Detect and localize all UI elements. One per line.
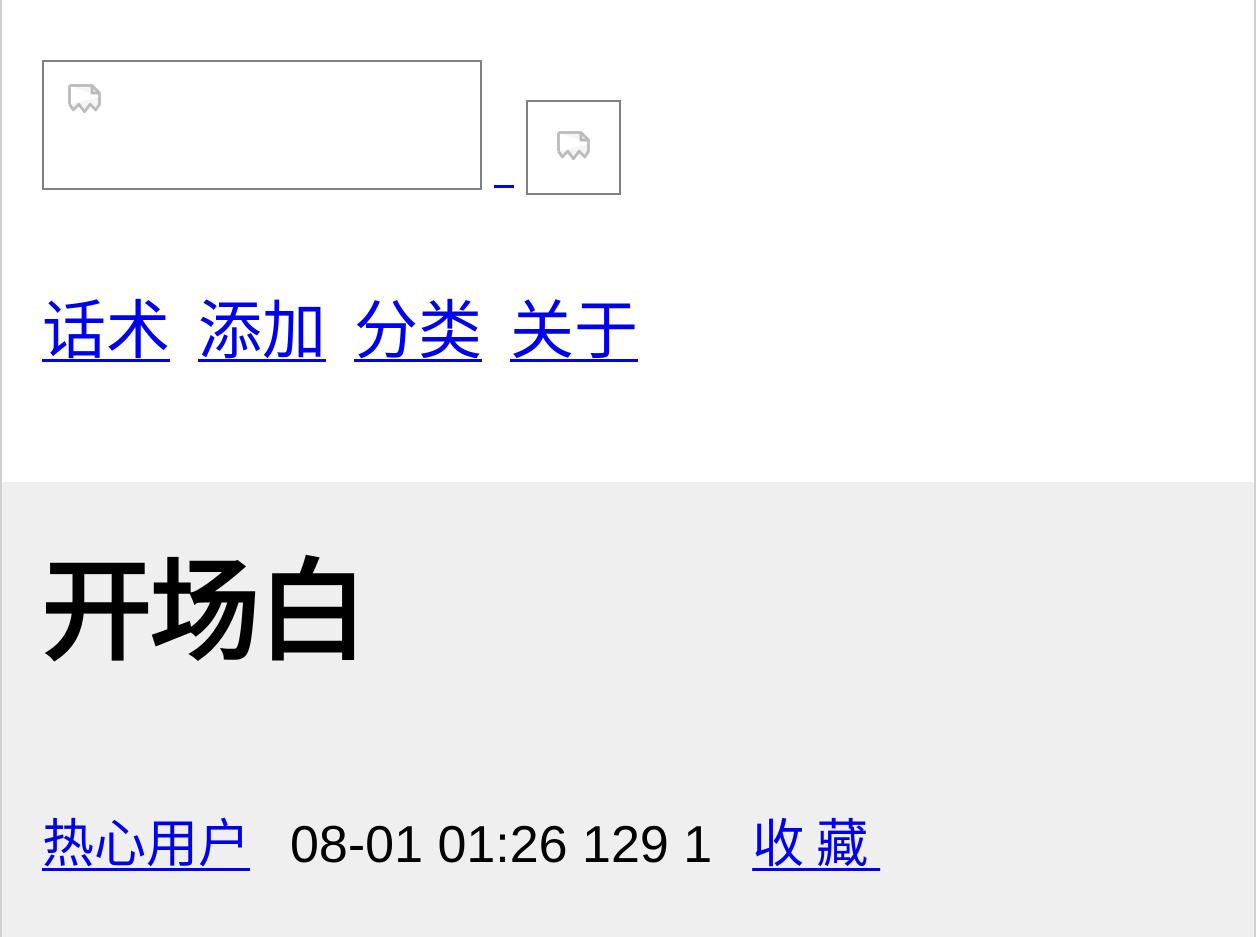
nav-link-add[interactable]: 添加 — [198, 280, 326, 372]
link-underline-mark — [494, 185, 514, 188]
broken-image-icon — [62, 78, 107, 123]
nav-link-categories[interactable]: 分类 — [354, 280, 482, 372]
post-timestamp: 08-01 01:26 — [290, 816, 568, 874]
broken-image-placeholder-small — [526, 100, 621, 195]
post-meta-text: 08-01 01:26 129 1 — [290, 815, 712, 875]
post-comments: 1 — [683, 816, 712, 874]
broken-image-icon — [551, 125, 596, 170]
main-nav: 话术 添加 分类 关于 — [42, 280, 1214, 372]
nav-link-about[interactable]: 关于 — [510, 280, 638, 372]
nav-link-scripts[interactable]: 话术 — [42, 280, 170, 372]
broken-image-placeholder-large — [42, 60, 482, 190]
post-content: 开场白 热心用户 08-01 01:26 129 1 收藏 — [2, 482, 1254, 937]
post-views: 129 — [582, 816, 669, 874]
post-title: 开场白 — [42, 522, 1214, 682]
